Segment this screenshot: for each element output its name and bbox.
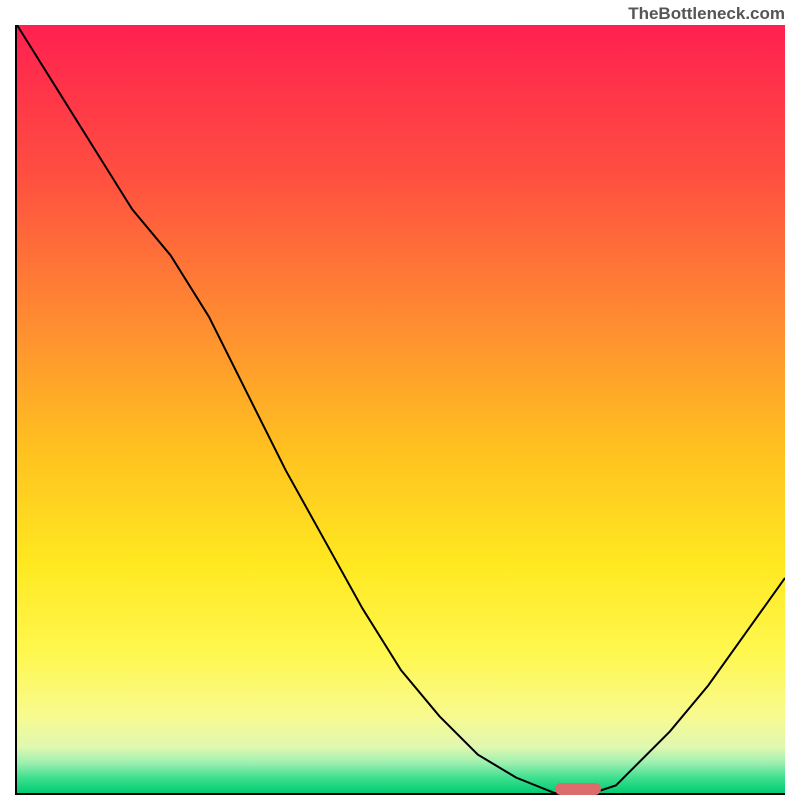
- chart-area: [15, 25, 785, 795]
- watermark-text: TheBottleneck.com: [628, 4, 785, 24]
- optimal-marker: [555, 783, 601, 795]
- chart-line: [17, 25, 785, 793]
